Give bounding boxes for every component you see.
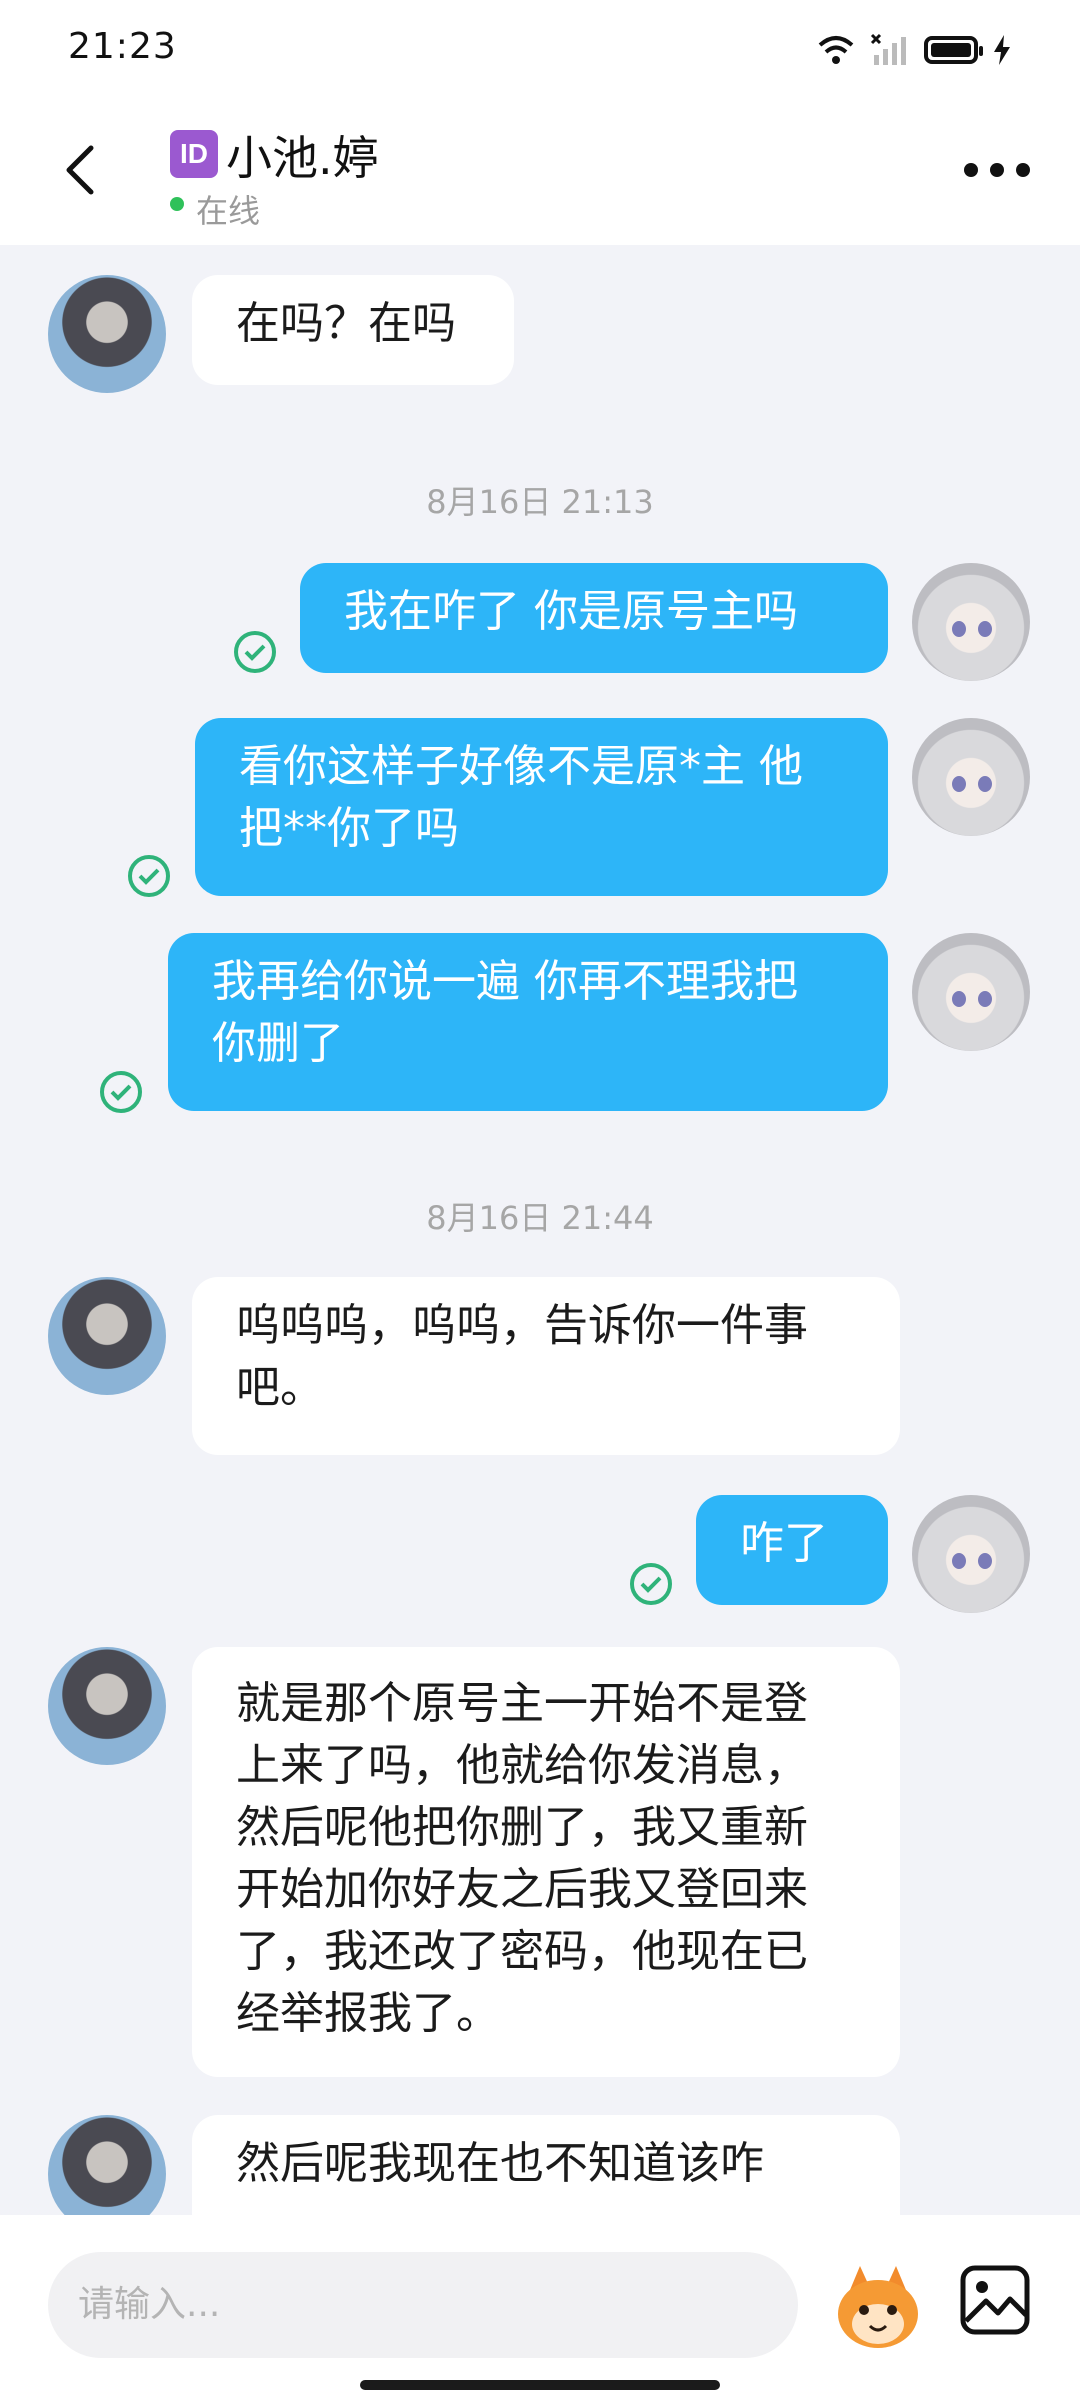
user-avatar[interactable] xyxy=(912,563,1030,681)
id-badge: ID xyxy=(170,130,218,178)
user-avatar[interactable] xyxy=(912,718,1030,836)
input-bar: 请输入... xyxy=(0,2215,1080,2400)
message-line: 了，我还改了密码，他现在已 xyxy=(236,1926,808,1977)
charging-icon xyxy=(994,35,1010,65)
status-icons xyxy=(816,30,1012,70)
online-status: 在线 xyxy=(196,192,261,230)
message-line: 就是那个原号主一开始不是登 xyxy=(236,1678,808,1729)
more-dots-icon[interactable] xyxy=(964,150,1030,190)
back-arrow-icon xyxy=(66,145,94,195)
back-button[interactable] xyxy=(50,130,110,210)
message-line: 吧。 xyxy=(236,1362,324,1413)
incoming-message[interactable]: 就是那个原号主一开始不是登 上来了吗，他就给你发消息， 然后呢他把你删了，我又重… xyxy=(192,1647,900,2077)
message-line: 你删了 xyxy=(212,1018,344,1069)
incoming-message[interactable]: 呜呜呜，呜呜，告诉你一件事 吧。 xyxy=(192,1277,900,1455)
message-line: 上来了吗，他就给你发消息， xyxy=(236,1740,808,1791)
outgoing-message[interactable]: 我再给你说一遍 你再不理我把 你删了 xyxy=(168,933,888,1111)
read-check-icon xyxy=(128,855,170,897)
message-text: 咋了 xyxy=(740,1518,828,1569)
read-check-icon xyxy=(100,1071,142,1113)
contact-avatar[interactable] xyxy=(48,1647,166,1765)
outgoing-message[interactable]: 咋了 xyxy=(696,1495,888,1605)
message-line: 然后呢我现在也不知道该咋 xyxy=(236,2138,764,2189)
image-icon[interactable] xyxy=(958,2263,1032,2337)
contact-name[interactable]: 小池.婷 xyxy=(226,122,379,188)
online-indicator xyxy=(170,197,184,211)
contact-avatar[interactable] xyxy=(48,1277,166,1395)
user-avatar[interactable] xyxy=(912,1495,1030,1613)
contact-avatar[interactable] xyxy=(48,2115,166,2215)
contact-avatar[interactable] xyxy=(48,275,166,393)
outgoing-message[interactable]: 我在咋了 你是原号主吗 xyxy=(300,563,888,673)
mascot-sticker-icon[interactable] xyxy=(830,2260,926,2356)
message-text: 我在咋了 你是原号主吗 xyxy=(344,586,798,637)
top-bar: 21:23 ID 小池.婷 在线 xyxy=(0,0,1080,245)
chat-list[interactable]: 在吗？在吗 8月16日 21:13 我在咋了 你是原号主吗 看你这样子好像不是原… xyxy=(0,245,1080,2215)
message-line: 开始加你好友之后我又登回来 xyxy=(236,1864,808,1915)
read-check-icon xyxy=(234,631,276,673)
message-timestamp: 8月16日 21:13 xyxy=(426,483,654,521)
message-line: 我再给你说一遍 你再不理我把 xyxy=(212,956,798,1007)
home-indicator[interactable] xyxy=(360,2380,720,2390)
wifi-icon xyxy=(818,36,854,64)
message-line: 呜呜呜，呜呜，告诉你一件事 xyxy=(236,1300,808,1351)
message-line: 然后呢他把你删了，我又重新 xyxy=(236,1802,808,1853)
battery-icon xyxy=(924,36,983,64)
message-text: 在吗？在吗 xyxy=(236,298,456,349)
message-input[interactable]: 请输入... xyxy=(48,2252,798,2358)
message-line: 经举报我了。 xyxy=(236,1988,500,2039)
incoming-message[interactable]: 然后呢我现在也不知道该咋 xyxy=(192,2115,900,2215)
status-time: 21:23 xyxy=(68,26,177,67)
signal-icon xyxy=(870,33,906,65)
user-avatar[interactable] xyxy=(912,933,1030,1051)
incoming-message[interactable]: 在吗？在吗 xyxy=(192,275,514,385)
message-line: 看你这样子好像不是原*主 他 xyxy=(239,741,803,792)
outgoing-message[interactable]: 看你这样子好像不是原*主 他 把**你了吗 xyxy=(195,718,888,896)
message-line: 把**你了吗 xyxy=(239,803,459,854)
message-timestamp: 8月16日 21:44 xyxy=(426,1199,654,1237)
read-check-icon xyxy=(630,1563,672,1605)
